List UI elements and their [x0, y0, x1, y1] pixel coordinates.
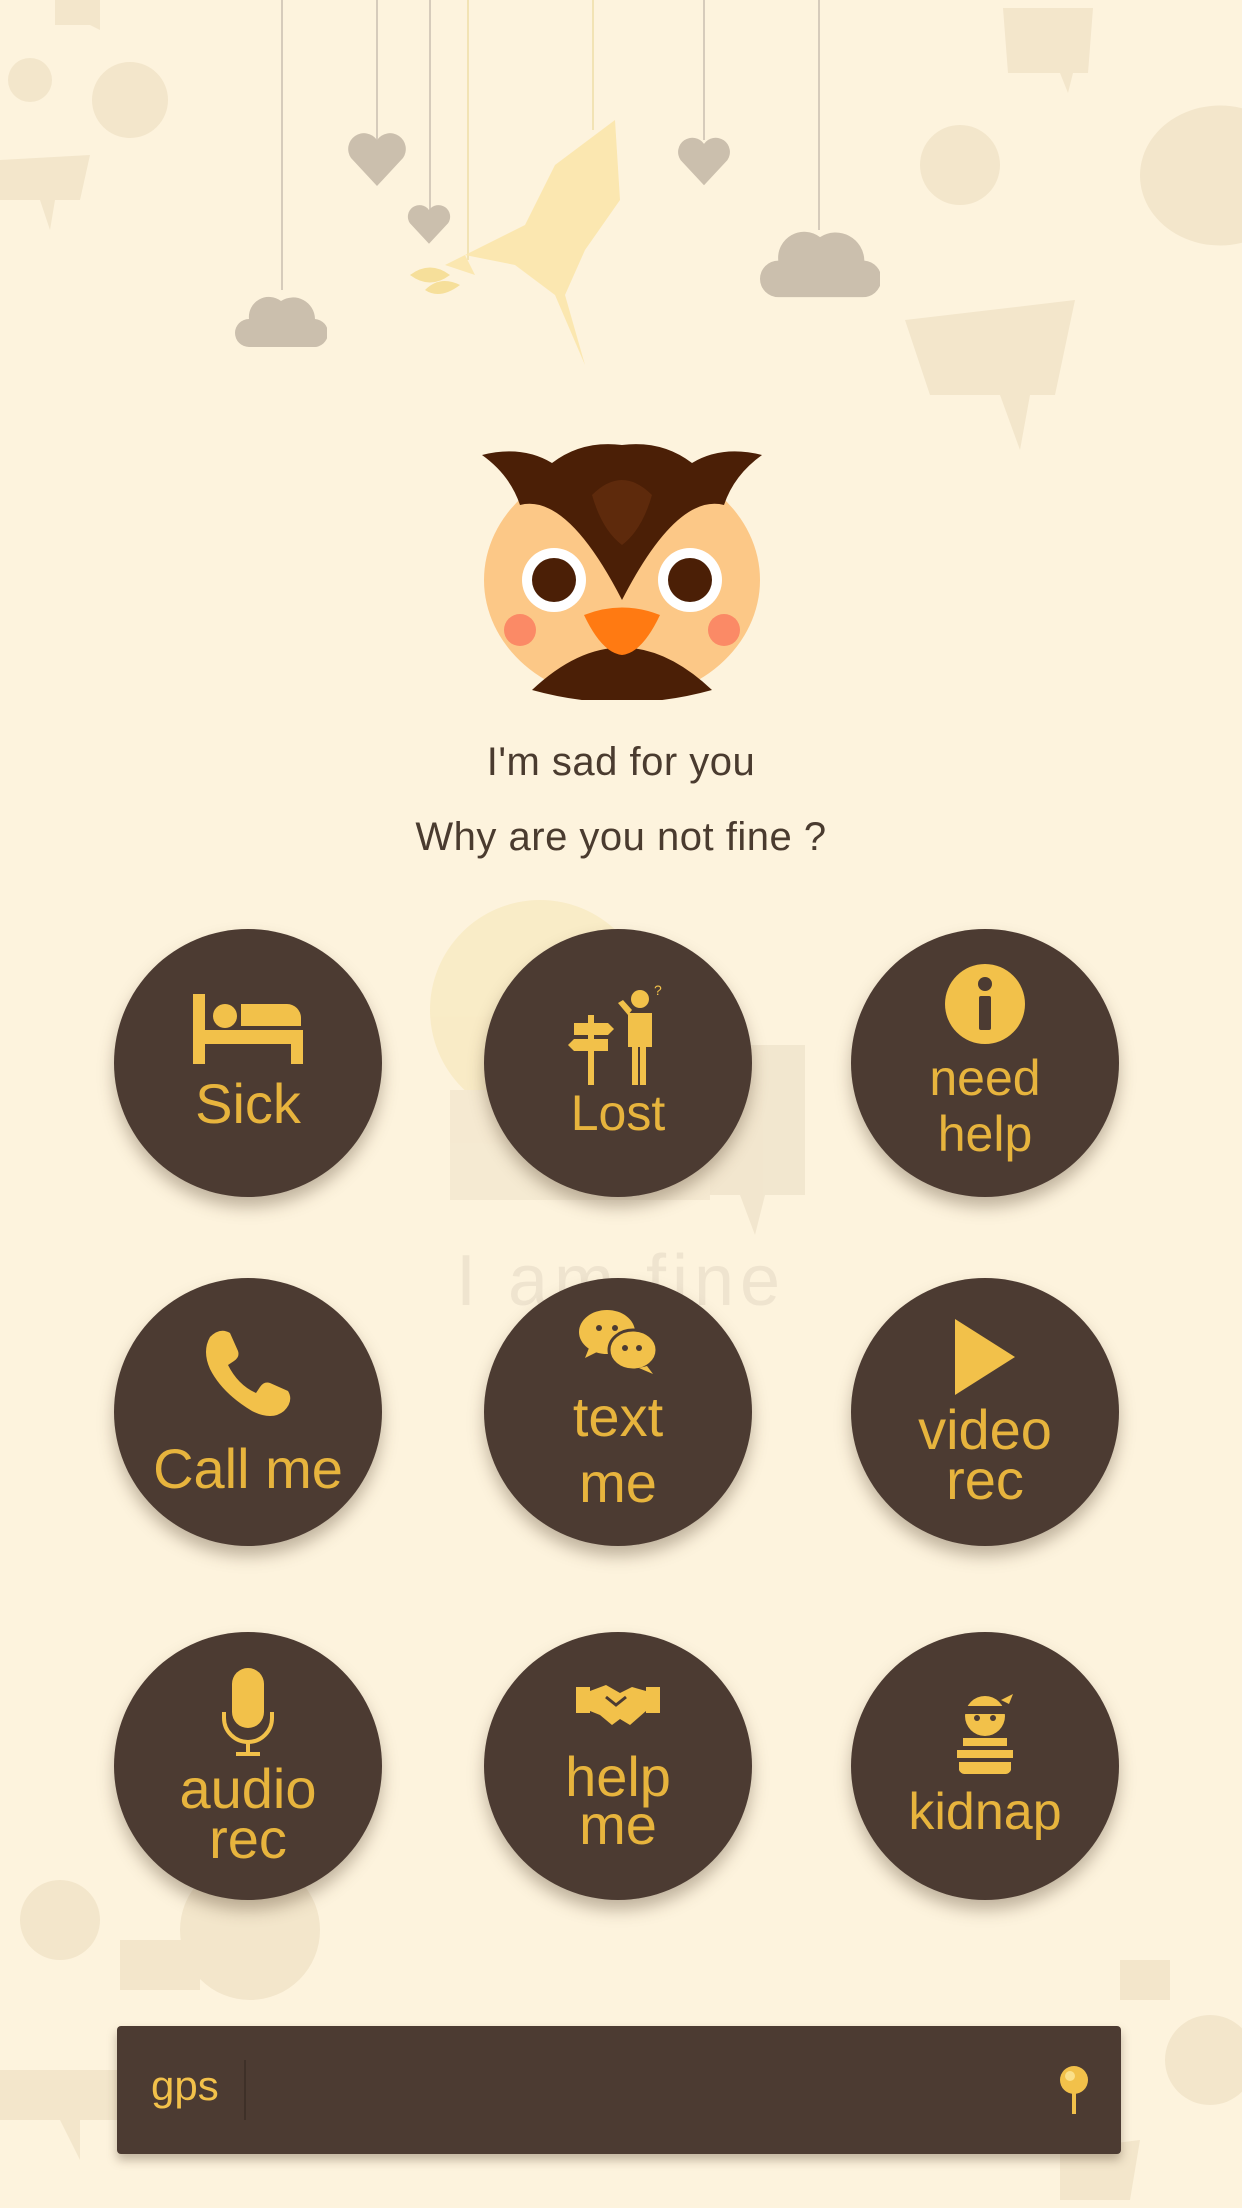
string — [376, 0, 378, 140]
owl-icon — [482, 444, 762, 700]
help-me-button[interactable]: help me — [484, 1632, 752, 1900]
video-rec-label-2: rec — [946, 1448, 1024, 1511]
string — [703, 0, 705, 140]
text-me-label-1: text — [572, 1385, 664, 1448]
info-icon — [945, 964, 1025, 1044]
microphone-icon — [222, 1668, 274, 1756]
sick-label: Sick — [195, 1072, 301, 1135]
help-me-label-2: me — [579, 1793, 657, 1856]
string — [818, 0, 820, 230]
cloud-icon — [760, 231, 880, 298]
message-line-1: I'm sad for you — [486, 740, 756, 784]
divider — [244, 2060, 246, 2120]
heart-icon — [678, 137, 730, 186]
pin-icon[interactable] — [1059, 2066, 1089, 2114]
phone-icon — [206, 1330, 291, 1416]
video-rec-button[interactable]: video rec — [851, 1278, 1119, 1546]
svg-text:?: ? — [654, 985, 662, 998]
need-help-label-2: help — [937, 1106, 1033, 1162]
sick-button[interactable]: Sick — [114, 929, 382, 1197]
call-me-button[interactable]: Call me — [114, 1278, 382, 1546]
play-icon — [955, 1319, 1015, 1395]
text-me-label-2: me — [579, 1451, 657, 1514]
heart-icon — [348, 133, 406, 186]
audio-rec-label-2: rec — [209, 1807, 287, 1870]
message-line-2: Why are you not fine ? — [415, 815, 827, 859]
gps-bar[interactable]: gps — [117, 2026, 1121, 2154]
gps-label: gps — [151, 2062, 219, 2109]
call-me-label: Call me — [153, 1437, 343, 1500]
need-help-button[interactable]: need help — [851, 929, 1119, 1197]
lost-label: Lost — [570, 1085, 666, 1141]
kidnap-label: kidnap — [908, 1783, 1062, 1841]
handshake-icon — [576, 1685, 660, 1725]
string — [281, 0, 283, 290]
audio-rec-button[interactable]: audio rec — [114, 1632, 382, 1900]
string — [592, 0, 594, 130]
bed-icon — [193, 994, 303, 1064]
cloud-icon — [235, 296, 327, 347]
chat-bubbles-icon — [579, 1310, 659, 1374]
need-help-label-1: need — [929, 1050, 1041, 1106]
lost-signpost-icon: ? — [568, 985, 662, 1085]
bird-icon — [410, 120, 620, 365]
kidnapper-icon — [957, 1694, 1013, 1774]
kidnap-button[interactable]: kidnap — [851, 1632, 1119, 1900]
text-me-button[interactable]: text me — [484, 1278, 752, 1546]
lost-button[interactable]: ? Lost — [484, 929, 752, 1197]
